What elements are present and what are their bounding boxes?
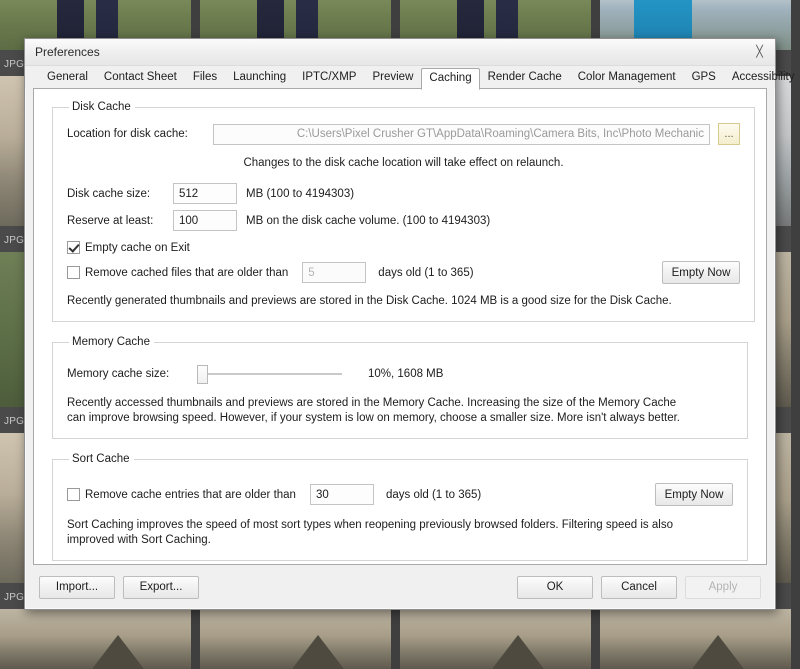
- thumbnail-cell[interactable]: [0, 609, 200, 669]
- tab-render-cache[interactable]: Render Cache: [480, 67, 570, 89]
- disk-cache-size-input[interactable]: [173, 183, 237, 204]
- disk-cache-legend: Disk Cache: [69, 101, 135, 113]
- ok-button[interactable]: OK: [517, 576, 593, 599]
- empty-cache-on-exit-checkbox[interactable]: [67, 241, 80, 254]
- tab-accessibility[interactable]: Accessibility: [724, 67, 800, 89]
- thumbnail-cell[interactable]: [200, 609, 400, 669]
- memory-cache-group: Memory Cache Memory cache size: 10%, 160…: [52, 336, 748, 439]
- tab-gps[interactable]: GPS: [684, 67, 724, 89]
- tab-files[interactable]: Files: [185, 67, 225, 89]
- disk-cache-size-units: MB (100 to 4194303): [246, 188, 354, 200]
- remove-cached-files-units: days old (1 to 365): [378, 267, 473, 279]
- close-icon[interactable]: ╳: [750, 43, 769, 60]
- sort-cache-legend: Sort Cache: [69, 453, 134, 465]
- memory-cache-size-label: Memory cache size:: [67, 368, 193, 380]
- tab-caching[interactable]: Caching: [421, 68, 479, 90]
- disk-cache-note: Recently generated thumbnails and previe…: [67, 294, 740, 309]
- dialog-titlebar[interactable]: Preferences ╳: [25, 39, 775, 66]
- disk-cache-location-label: Location for disk cache:: [67, 128, 213, 140]
- tab-iptc-xmp[interactable]: IPTC/XMP: [294, 67, 364, 89]
- thumbnail-row: [0, 609, 800, 669]
- memory-cache-size-slider[interactable]: [197, 364, 342, 384]
- cancel-button[interactable]: Cancel: [601, 576, 677, 599]
- dialog-footer: Import... Export... OK Cancel Apply: [25, 565, 775, 609]
- memory-cache-legend: Memory Cache: [69, 336, 154, 348]
- thumbnail-image: [0, 609, 191, 669]
- tab-contact-sheet[interactable]: Contact Sheet: [96, 67, 185, 89]
- tab-general[interactable]: General: [39, 67, 96, 89]
- slider-track: [203, 373, 342, 375]
- disk-cache-group: Disk Cache Location for disk cache: ... …: [52, 101, 755, 322]
- dialog-title: Preferences: [35, 45, 100, 59]
- sort-cache-empty-now-button[interactable]: Empty Now: [655, 483, 733, 506]
- import-button[interactable]: Import...: [39, 576, 115, 599]
- remove-sort-entries-checkbox[interactable]: [67, 488, 80, 501]
- tab-preview[interactable]: Preview: [364, 67, 421, 89]
- thumbnail-image: [400, 609, 591, 669]
- disk-cache-size-label: Disk cache size:: [67, 188, 173, 200]
- remove-cached-files-days-input[interactable]: [302, 262, 366, 283]
- empty-cache-on-exit-label: Empty cache on Exit: [85, 242, 190, 254]
- remove-sort-entries-units: days old (1 to 365): [386, 489, 481, 501]
- thumbnail-cell[interactable]: [600, 609, 800, 669]
- reserve-input[interactable]: [173, 210, 237, 231]
- thumbnail-cell[interactable]: [400, 609, 600, 669]
- slider-thumb[interactable]: [197, 365, 208, 384]
- disk-cache-location-input[interactable]: [213, 124, 710, 145]
- browse-button[interactable]: ...: [718, 123, 740, 145]
- remove-sort-entries-label: Remove cache entries that are older than: [85, 489, 296, 501]
- memory-cache-size-value: 10%, 1608 MB: [368, 368, 443, 380]
- tab-color-management[interactable]: Color Management: [570, 67, 684, 89]
- disk-cache-empty-now-button[interactable]: Empty Now: [662, 261, 740, 284]
- relaunch-note: Changes to the disk cache location will …: [243, 157, 563, 169]
- reserve-units: MB on the disk cache volume. (100 to 419…: [246, 215, 490, 227]
- thumbnail-image: [200, 609, 391, 669]
- remove-cached-files-checkbox[interactable]: [67, 266, 80, 279]
- sort-cache-group: Sort Cache Remove cache entries that are…: [52, 453, 748, 561]
- caching-panel: Disk Cache Location for disk cache: ... …: [33, 89, 767, 565]
- sort-cache-note: Sort Caching improves the speed of most …: [67, 518, 692, 548]
- tab-launching[interactable]: Launching: [225, 67, 294, 89]
- remove-sort-entries-days-input[interactable]: [310, 484, 374, 505]
- apply-button: Apply: [685, 576, 761, 599]
- remove-cached-files-label: Remove cached files that are older than: [85, 267, 288, 279]
- thumbnail-image: [600, 609, 791, 669]
- preferences-tabstrip: General Contact Sheet Files Launching IP…: [25, 66, 775, 89]
- memory-cache-note: Recently accessed thumbnails and preview…: [67, 396, 692, 426]
- reserve-label: Reserve at least:: [67, 215, 173, 227]
- export-button[interactable]: Export...: [123, 576, 199, 599]
- preferences-dialog: Preferences ╳ General Contact Sheet File…: [24, 38, 776, 610]
